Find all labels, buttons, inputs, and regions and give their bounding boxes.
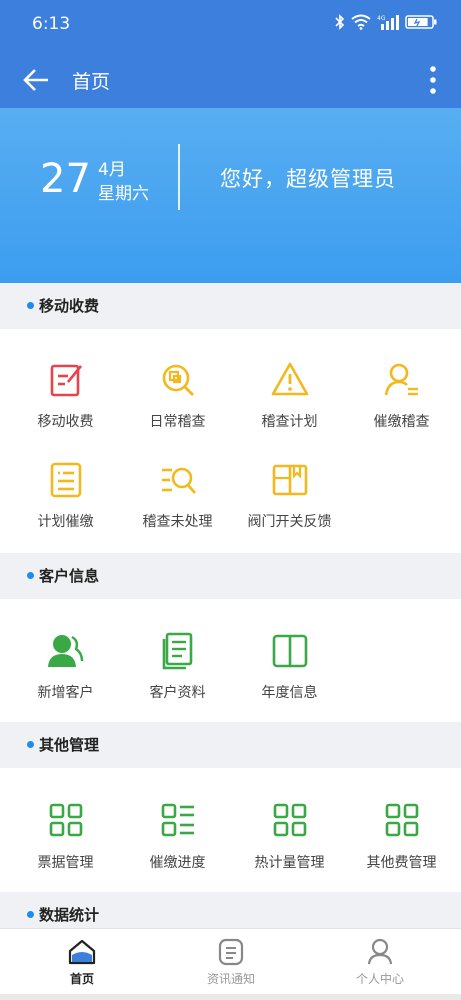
tile-annual-info[interactable]: 年度信息 [232,631,347,702]
status-icons: 4G [335,14,437,30]
section-title: 移动收费 [39,297,100,315]
tab-profile[interactable]: 个人中心 [303,937,457,987]
open-book-icon [272,634,307,668]
tile-heat-metering[interactable]: 热计量管理 [232,801,347,872]
tile-plan-collection[interactable]: 计划催缴 [8,460,123,531]
tile-label: 阀门开关反馈 [247,514,332,530]
date-day: 27 [40,156,91,202]
tab-label: 首页 [69,972,94,986]
section-dot [27,911,34,918]
tab-label: 资讯通知 [206,972,255,986]
date-greeting-banner: 27 4月 星期六 您好，超级管理员 [0,108,461,283]
section-header-mobile-charge: 移动收费 [0,283,461,329]
news-icon [218,938,244,966]
section-dot [27,741,34,748]
banner-divider [178,144,180,210]
customer-info-panel: 新增客户 客户资料 年度信息 [0,599,461,722]
person-list-icon [384,363,418,396]
tile-label: 年度信息 [261,685,318,701]
tile-daily-inspection[interactable]: 日常稽查 [120,360,235,431]
grid-icon [49,803,82,837]
tile-other-fees[interactable]: 其他费管理 [344,801,459,872]
tile-customer-profile[interactable]: 客户资料 [120,631,235,702]
tile-label: 稽查计划 [261,414,318,430]
tab-label: 个人中心 [355,972,404,986]
tile-label: 客户资料 [149,685,206,701]
list-search-icon [161,467,196,494]
tile-receipt-management[interactable]: 票据管理 [8,801,123,872]
tile-collection-progress[interactable]: 催缴进度 [120,801,235,872]
tile-label: 稽查未处理 [142,514,213,530]
warning-icon [271,362,308,396]
section-title: 其他管理 [39,736,100,754]
section-title: 数据统计 [39,906,100,924]
edit-doc-icon [50,364,82,397]
wifi-icon [351,14,371,30]
book-icon [272,464,307,496]
date-month: 4月 [98,160,126,180]
tile-add-customer[interactable]: 新增客户 [8,631,123,702]
tile-label: 票据管理 [37,855,94,871]
back-arrow-icon[interactable] [22,66,50,94]
app-bar: 首页 [0,50,461,108]
tile-label: 催缴稽查 [373,414,430,430]
tile-mobile-charge[interactable]: 移动收费 [8,360,123,431]
bluetooth-icon [335,14,345,30]
home-icon [68,939,96,965]
tab-home[interactable]: 首页 [5,937,159,987]
other-management-panel: 票据管理 催缴进度 热计量管理 其他费管理 [0,768,461,892]
tile-label: 其他费管理 [366,855,437,871]
search-doc-icon [162,364,194,396]
grid-list-icon [161,803,194,837]
tile-label: 热计量管理 [254,855,325,871]
grid-icon [273,803,306,837]
svg-text:4G: 4G [377,15,386,22]
documents-icon [162,632,192,670]
page-title: 首页 [72,71,111,93]
tile-valve-feedback[interactable]: 阀门开关反馈 [232,460,347,531]
section-header-other-management: 其他管理 [0,722,461,768]
signal-icon: 4G [377,15,399,30]
tile-label: 新增客户 [37,685,94,701]
greeting-text: 您好，超级管理员 [220,167,396,191]
tile-label: 移动收费 [37,414,94,430]
more-vertical-icon[interactable] [427,65,439,95]
battery-icon [405,15,437,29]
status-time: 6:13 [32,14,71,34]
tile-label: 催缴进度 [149,855,206,871]
tile-inspection-pending[interactable]: 稽查未处理 [120,460,235,531]
list-doc-icon [50,462,81,498]
section-dot [27,572,34,579]
tab-news[interactable]: 资讯通知 [154,937,308,987]
section-title: 客户信息 [39,567,100,585]
add-user-icon [47,635,83,667]
section-dot [27,302,34,309]
mobile-charge-panel: 移动收费 日常稽查 稽查计划 催缴稽查 计划催缴 稽查未处理 阀门开关反馈 [0,329,461,553]
system-nav-bar [0,994,461,1000]
tile-collection-inspection[interactable]: 催缴稽查 [344,360,459,431]
tile-inspection-plan[interactable]: 稽查计划 [232,360,347,431]
date-weekday: 星期六 [98,184,149,204]
grid-icon [385,803,418,837]
bottom-tab-bar: 首页 资讯通知 个人中心 [0,928,461,1000]
status-bar: 6:13 4G [0,0,461,50]
user-icon [367,938,393,965]
section-header-customer-info: 客户信息 [0,553,461,599]
tile-label: 计划催缴 [37,514,94,530]
tile-label: 日常稽查 [149,414,206,430]
